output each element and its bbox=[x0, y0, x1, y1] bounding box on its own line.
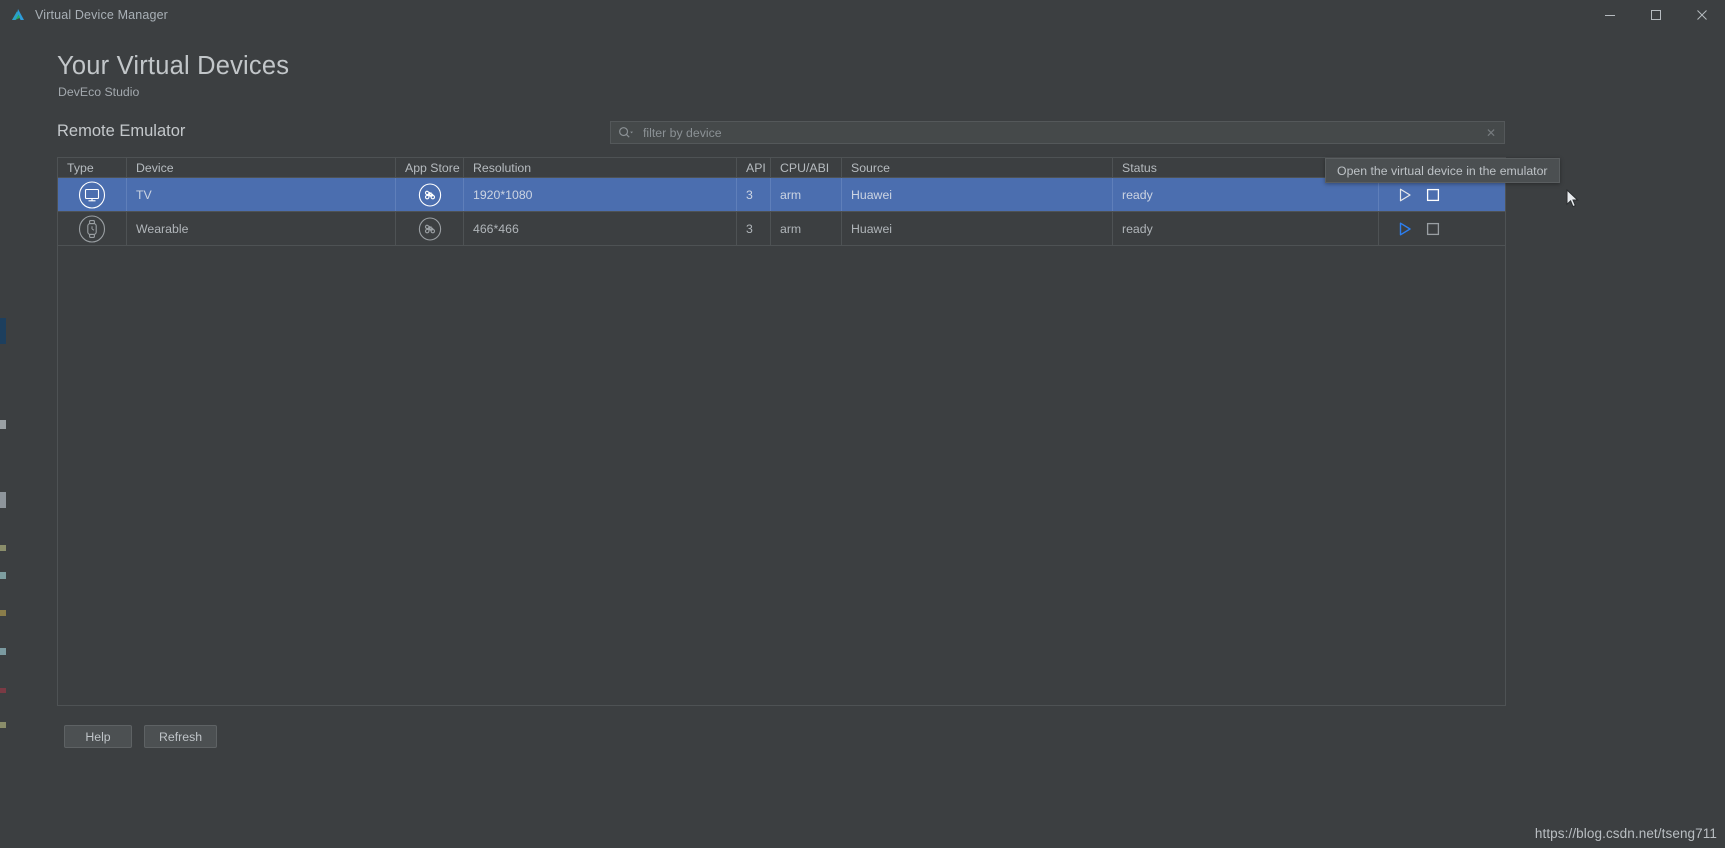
table-row[interactable]: Wearable 466*466 3 arm Huawei ready bbox=[58, 212, 1505, 246]
title-bar: Virtual Device Manager bbox=[0, 0, 1725, 30]
table-body: TV 1920*1080 3 arm Huawei ready Wearable… bbox=[58, 178, 1505, 246]
tooltip: Open the virtual device in the emulator bbox=[1325, 158, 1560, 183]
column-header-api[interactable]: API bbox=[737, 158, 771, 177]
cell-cpu-abi: arm bbox=[771, 212, 842, 245]
close-button[interactable] bbox=[1679, 0, 1725, 30]
help-button[interactable]: Help bbox=[64, 725, 132, 748]
cell-type bbox=[58, 212, 127, 245]
cell-status: ready bbox=[1113, 212, 1379, 245]
search-icon bbox=[618, 126, 634, 140]
stop-icon[interactable] bbox=[1425, 221, 1441, 237]
cell-resolution: 466*466 bbox=[464, 212, 737, 245]
column-header-device[interactable]: Device bbox=[127, 158, 396, 177]
column-header-cpu-abi[interactable]: CPU/ABI bbox=[771, 158, 842, 177]
cell-source: Huawei bbox=[842, 178, 1113, 211]
maximize-button[interactable] bbox=[1633, 0, 1679, 30]
deveco-logo-icon bbox=[12, 9, 24, 20]
column-header-source[interactable]: Source bbox=[842, 158, 1113, 177]
minimize-button[interactable] bbox=[1587, 0, 1633, 30]
watermark: https://blog.csdn.net/tseng711 bbox=[1534, 826, 1717, 841]
window-controls bbox=[1587, 0, 1725, 30]
wearable-icon bbox=[78, 214, 106, 243]
section-title: Remote Emulator bbox=[57, 122, 186, 140]
cell-device: TV bbox=[127, 178, 396, 211]
window-title: Virtual Device Manager bbox=[35, 8, 168, 22]
play-icon[interactable] bbox=[1397, 187, 1413, 203]
page-title: Your Virtual Devices bbox=[57, 52, 290, 80]
devices-table: Type Device App Store Resolution API CPU… bbox=[57, 157, 1506, 706]
cell-cpu-abi: arm bbox=[771, 178, 842, 211]
app-store-icon bbox=[418, 216, 441, 241]
footer-buttons: Help Refresh bbox=[64, 725, 218, 748]
cell-resolution: 1920*1080 bbox=[464, 178, 737, 211]
cell-source: Huawei bbox=[842, 212, 1113, 245]
stop-icon[interactable] bbox=[1425, 187, 1441, 203]
edge-artifacts bbox=[0, 0, 7, 848]
tv-icon bbox=[78, 180, 106, 209]
cell-app-store bbox=[396, 178, 464, 211]
cell-api: 3 bbox=[737, 178, 771, 211]
clear-icon[interactable]: ✕ bbox=[1486, 127, 1496, 139]
maximize-icon bbox=[1651, 10, 1661, 20]
page-subtitle: DevEco Studio bbox=[58, 85, 140, 99]
table-row[interactable]: TV 1920*1080 3 arm Huawei ready bbox=[58, 178, 1505, 212]
cell-api: 3 bbox=[737, 212, 771, 245]
column-header-resolution[interactable]: Resolution bbox=[464, 158, 737, 177]
cell-actions bbox=[1379, 212, 1505, 245]
search-input[interactable]: filter by device bbox=[643, 126, 722, 140]
cell-type bbox=[58, 178, 127, 211]
column-header-app-store[interactable]: App Store bbox=[396, 158, 464, 177]
table-header-row: Type Device App Store Resolution API CPU… bbox=[58, 157, 1505, 178]
minimize-icon bbox=[1605, 15, 1615, 16]
close-icon bbox=[1697, 10, 1707, 20]
refresh-button[interactable]: Refresh bbox=[144, 725, 218, 748]
column-header-type[interactable]: Type bbox=[58, 158, 127, 177]
play-icon[interactable] bbox=[1397, 221, 1413, 237]
mouse-cursor bbox=[1566, 189, 1580, 209]
cell-app-store bbox=[396, 212, 464, 245]
search-field[interactable]: filter by device ✕ bbox=[610, 121, 1505, 144]
app-store-icon bbox=[418, 182, 441, 207]
cell-device: Wearable bbox=[127, 212, 396, 245]
